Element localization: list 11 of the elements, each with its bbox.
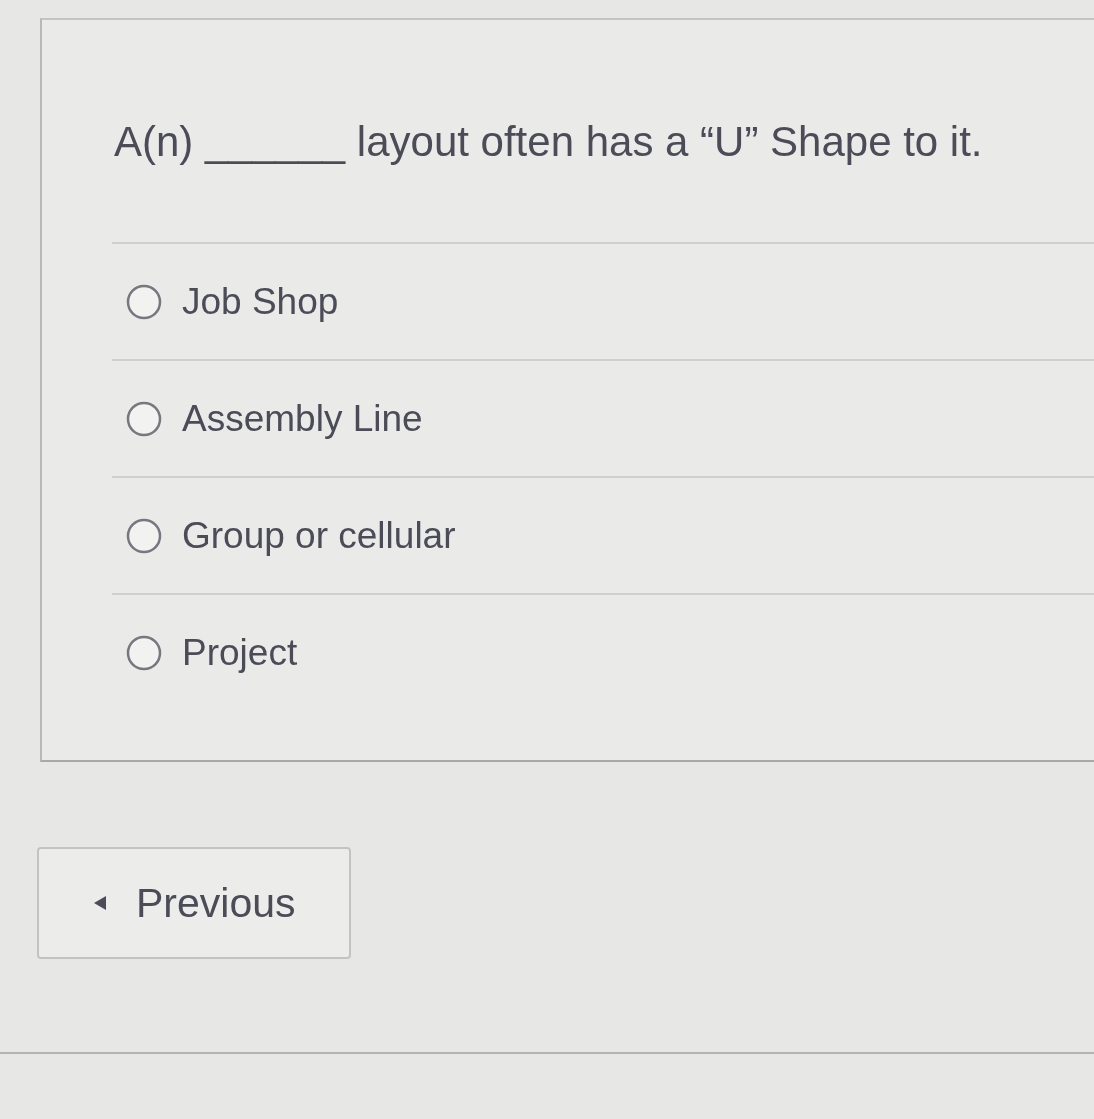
option-label[interactable]: Project xyxy=(182,631,298,674)
caret-icon xyxy=(94,896,106,910)
option-label[interactable]: Group or cellular xyxy=(182,514,456,557)
radio-button[interactable] xyxy=(126,400,162,437)
radio-button[interactable] xyxy=(126,517,162,554)
radio-button[interactable] xyxy=(126,283,162,320)
previous-button[interactable]: Previous xyxy=(37,847,351,959)
question-text: A(n) ______ layout often has a “U” Shape to it. xyxy=(114,117,984,167)
radio-button[interactable] xyxy=(126,634,162,671)
option-label[interactable]: Job Shop xyxy=(182,280,339,323)
option-label[interactable]: Assembly Line xyxy=(182,397,423,440)
